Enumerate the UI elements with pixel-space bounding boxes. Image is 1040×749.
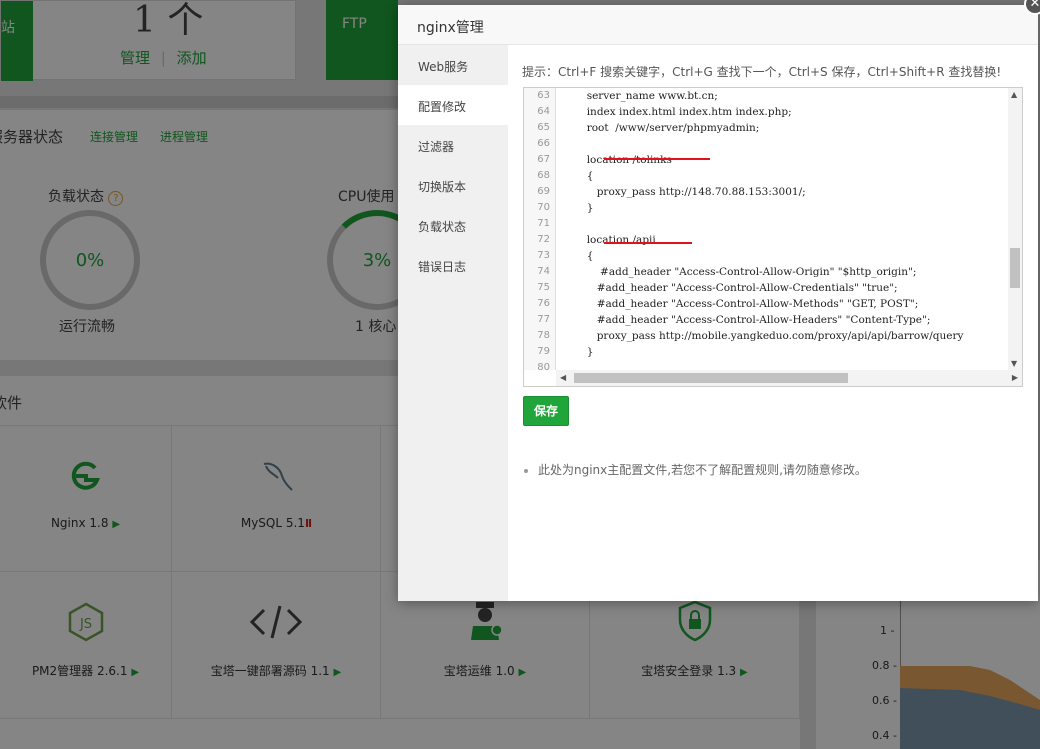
code-text: location /apii [560, 234, 656, 246]
line-number: 70 [537, 202, 550, 213]
dialog-content: 提示：Ctrl+F 搜索关键字，Ctrl+G 查找下一个，Ctrl+S 保存，C… [508, 45, 1038, 601]
menu-web-service[interactable]: Web服务 [398, 45, 508, 85]
line-number: 68 [537, 170, 550, 181]
code-line[interactable]: 66 [524, 136, 1010, 152]
line-number: 72 [537, 234, 550, 245]
shortcut-tip: 提示：Ctrl+F 搜索关键字，Ctrl+G 查找下一个，Ctrl+S 保存，C… [522, 65, 1002, 79]
line-number: 80 [537, 362, 550, 370]
line-number: 75 [537, 282, 550, 293]
code-text: #add_header "Access-Control-Allow-Method… [560, 298, 919, 310]
red-underline-annotation [604, 242, 692, 244]
code-line[interactable]: 67 location /tolinks [524, 152, 1010, 168]
vertical-scroll-thumb[interactable] [1010, 248, 1020, 288]
code-text: root /www/server/phpmyadmin; [560, 122, 760, 134]
code-text: } [560, 202, 594, 214]
menu-error-log[interactable]: 错误日志 [398, 245, 508, 285]
scroll-down-arrow-icon[interactable]: ▼ [1011, 359, 1017, 368]
code-text: #add_header "Access-Control-Allow-Creden… [560, 282, 898, 294]
code-line[interactable]: 71 [524, 216, 1010, 232]
line-number: 74 [537, 266, 550, 277]
code-text: proxy_pass http://148.70.88.153:3001/; [560, 186, 806, 198]
scroll-right-arrow-icon[interactable]: ▶ [1012, 373, 1018, 382]
scroll-left-arrow-icon[interactable]: ◀ [560, 373, 566, 382]
code-text: #add_header "Access-Control-Allow-Header… [560, 314, 931, 326]
code-line[interactable]: 74 #add_header "Access-Control-Allow-Ori… [524, 264, 1010, 280]
code-text: index index.html index.htm index.php; [560, 106, 792, 118]
code-text: { [560, 250, 594, 262]
dialog-sidebar: Web服务 配置修改 过滤器 切换版本 负载状态 错误日志 [398, 45, 508, 601]
line-number: 77 [537, 314, 550, 325]
dialog-title: nginx管理 [417, 20, 484, 36]
line-number: 76 [537, 298, 550, 309]
scroll-up-arrow-icon[interactable]: ▲ [1011, 90, 1017, 99]
config-editor[interactable]: 63 server_name www.bt.cn; 64 index index.… [523, 87, 1023, 387]
code-line[interactable]: 77 #add_header "Access-Control-Allow-Hea… [524, 312, 1010, 328]
horizontal-scrollbar[interactable]: ◀ ▶ [556, 370, 1022, 386]
code-line[interactable]: 69 proxy_pass http://148.70.88.153:3001/… [524, 184, 1010, 200]
code-text: server_name www.bt.cn; [560, 90, 718, 102]
code-line[interactable]: 73 { [524, 248, 1010, 264]
code-text: location /tolinks [560, 154, 672, 166]
code-text: proxy_pass http://mobile.yangkeduo.com/p… [560, 330, 964, 342]
line-number: 73 [537, 250, 550, 261]
code-line[interactable]: 63 server_name www.bt.cn; [524, 88, 1010, 104]
line-number: 66 [537, 138, 550, 149]
code-area[interactable]: 63 server_name www.bt.cn; 64 index index.… [524, 88, 1010, 370]
bullet-icon [524, 468, 528, 473]
line-number: 63 [537, 90, 550, 101]
menu-config-edit[interactable]: 配置修改 [398, 85, 508, 125]
menu-switch-version[interactable]: 切换版本 [398, 165, 508, 205]
vertical-scrollbar[interactable]: ▲ ▼ [1008, 88, 1022, 370]
code-line[interactable]: 65 root /www/server/phpmyadmin; [524, 120, 1010, 136]
line-number: 79 [537, 346, 550, 357]
code-line[interactable]: 76 #add_header "Access-Control-Allow-Met… [524, 296, 1010, 312]
line-number: 67 [537, 154, 550, 165]
code-line[interactable]: 64 index index.html index.htm index.php; [524, 104, 1010, 120]
line-number: 65 [537, 122, 550, 133]
menu-load-status[interactable]: 负载状态 [398, 205, 508, 245]
dialog-header: nginx管理 [398, 5, 1038, 45]
code-line[interactable]: 70 } [524, 200, 1010, 216]
code-text: #add_header "Access-Control-Allow-Origin… [560, 266, 917, 278]
horizontal-scroll-thumb[interactable] [574, 373, 848, 383]
line-number: 64 [537, 106, 550, 117]
line-number: 78 [537, 330, 550, 341]
code-line[interactable]: 72 location /apii [524, 232, 1010, 248]
config-note: 此处为nginx主配置文件,若您不了解配置规则,请勿随意修改。 [524, 461, 867, 478]
config-note-text: 此处为nginx主配置文件,若您不了解配置规则,请勿随意修改。 [538, 463, 867, 477]
code-line[interactable]: 80 [524, 360, 1010, 370]
code-line[interactable]: 75 #add_header "Access-Control-Allow-Cre… [524, 280, 1010, 296]
code-line[interactable]: 79 } [524, 344, 1010, 360]
save-button[interactable]: 保存 [523, 396, 569, 426]
code-line[interactable]: 78 proxy_pass http://mobile.yangkeduo.co… [524, 328, 1010, 344]
line-number: 71 [537, 218, 550, 229]
code-line[interactable]: 68 { [524, 168, 1010, 184]
code-text: { [560, 170, 594, 182]
menu-filter[interactable]: 过滤器 [398, 125, 508, 165]
line-number: 69 [537, 186, 550, 197]
red-underline-annotation [604, 158, 710, 160]
code-text: } [560, 346, 594, 358]
nginx-manager-dialog: nginx管理 ✕ Web服务 配置修改 过滤器 切换版本 负载状态 错误日志 … [398, 0, 1040, 601]
